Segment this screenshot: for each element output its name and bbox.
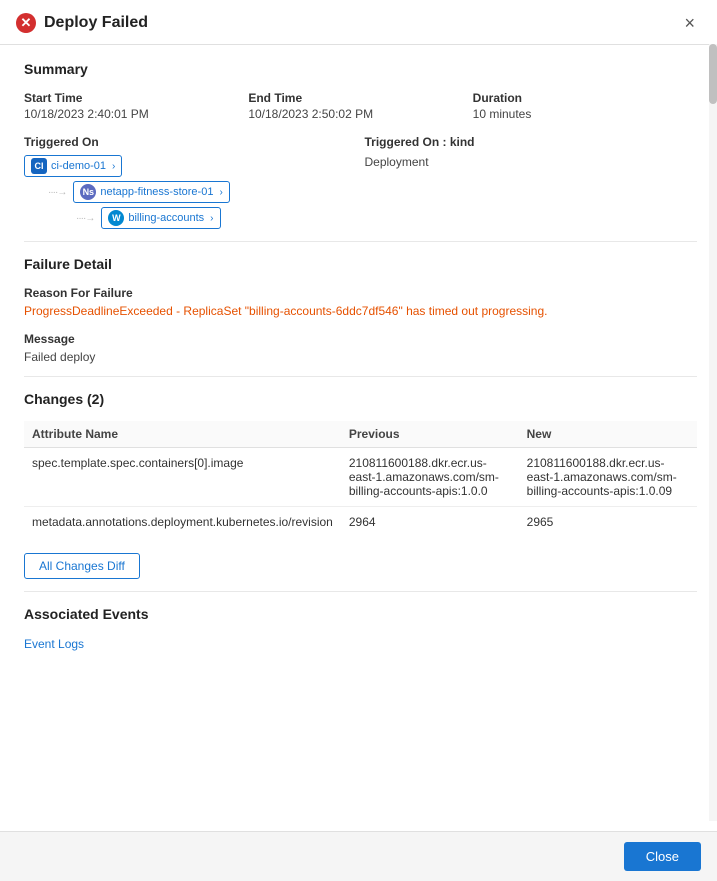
triggered-on-col: Triggered On CI ci-demo-01 › ····→ [24, 135, 357, 229]
end-time-item: End Time 10/18/2023 2:50:02 PM [248, 91, 472, 121]
scrollbar-thumb[interactable] [709, 44, 717, 104]
table-row: spec.template.spec.containers[0].image21… [24, 448, 697, 507]
message-label: Message [24, 332, 697, 346]
deploy-failed-modal: ✕ Deploy Failed × Summary Start Time 10/… [0, 0, 717, 881]
ci-badge-label: ci-demo-01 [51, 160, 106, 172]
modal-body: Summary Start Time 10/18/2023 2:40:01 PM… [0, 45, 717, 831]
w-icon: W [108, 210, 124, 226]
duration-item: Duration 10 minutes [473, 91, 697, 121]
summary-section: Summary Start Time 10/18/2023 2:40:01 PM… [24, 45, 697, 242]
ns-badge[interactable]: Ns netapp-fitness-store-01 › [73, 181, 229, 203]
ci-icon: CI [31, 158, 47, 174]
duration-value: 10 minutes [473, 107, 697, 121]
close-icon-button[interactable]: × [678, 12, 701, 34]
meta-grid: Start Time 10/18/2023 2:40:01 PM End Tim… [24, 91, 697, 121]
w-badge[interactable]: W billing-accounts › [101, 207, 220, 229]
changes-table: Attribute Name Previous New spec.templat… [24, 421, 697, 537]
triggered-on-label: Triggered On [24, 135, 357, 149]
changes-title: Changes (2) [24, 391, 697, 407]
col-attribute-header: Attribute Name [24, 421, 341, 448]
title-row: ✕ Deploy Failed [16, 13, 148, 33]
table-cell-new_val: 210811600188.dkr.ecr.us-east-1.amazonaws… [519, 448, 697, 507]
message-block: Message Failed deploy [24, 332, 697, 364]
triggered-grid: Triggered On CI ci-demo-01 › ····→ [24, 135, 697, 229]
table-cell-attribute: spec.template.spec.containers[0].image [24, 448, 341, 507]
col-previous-header: Previous [341, 421, 519, 448]
table-row: metadata.annotations.deployment.kubernet… [24, 507, 697, 538]
changes-section: Changes (2) Attribute Name Previous New … [24, 377, 697, 592]
failure-section: Failure Detail Reason For Failure Progre… [24, 242, 697, 377]
duration-label: Duration [473, 91, 697, 105]
table-cell-new_val: 2965 [519, 507, 697, 538]
ns-badge-row: ····→ Ns netapp-fitness-store-01 › [24, 181, 357, 203]
modal-footer: Close [0, 831, 717, 881]
table-header-row: Attribute Name Previous New [24, 421, 697, 448]
reason-label: Reason For Failure [24, 286, 697, 300]
ci-badge-row: CI ci-demo-01 › [24, 155, 357, 177]
table-cell-attribute: metadata.annotations.deployment.kubernet… [24, 507, 341, 538]
w-badge-row: ····→ W billing-accounts › [24, 207, 357, 229]
event-logs-link[interactable]: Event Logs [24, 637, 84, 651]
triggered-kind-label: Triggered On : kind [365, 135, 698, 149]
col-new-header: New [519, 421, 697, 448]
summary-title: Summary [24, 61, 697, 77]
connector-w: ····→ [76, 213, 94, 224]
connector-ns: ····→ [48, 187, 66, 198]
triggered-kind-value: Deployment [365, 155, 698, 169]
ci-badge[interactable]: CI ci-demo-01 › [24, 155, 122, 177]
modal-title: Deploy Failed [44, 14, 148, 32]
w-badge-arrow: › [210, 213, 213, 224]
message-text: Failed deploy [24, 350, 697, 364]
all-changes-diff-button[interactable]: All Changes Diff [24, 553, 140, 579]
failure-section-title: Failure Detail [24, 256, 697, 272]
table-cell-previous: 2964 [341, 507, 519, 538]
triggered-kind-col: Triggered On : kind Deployment [365, 135, 698, 229]
associated-title: Associated Events [24, 606, 697, 622]
ns-badge-arrow: › [219, 187, 222, 198]
end-time-label: End Time [248, 91, 472, 105]
error-icon: ✕ [16, 13, 36, 33]
scrollbar-track[interactable] [709, 44, 717, 821]
start-time-label: Start Time [24, 91, 248, 105]
reason-block: Reason For Failure ProgressDeadlineExcee… [24, 286, 697, 318]
ns-badge-label: netapp-fitness-store-01 [100, 186, 213, 198]
associated-section: Associated Events Event Logs [24, 592, 697, 663]
modal-header: ✕ Deploy Failed × [0, 0, 717, 45]
start-time-value: 10/18/2023 2:40:01 PM [24, 107, 248, 121]
reason-text: ProgressDeadlineExceeded - ReplicaSet "b… [24, 304, 697, 318]
footer-close-button[interactable]: Close [624, 842, 701, 871]
ns-icon: Ns [80, 184, 96, 200]
start-time-item: Start Time 10/18/2023 2:40:01 PM [24, 91, 248, 121]
ci-badge-arrow: › [112, 161, 115, 172]
end-time-value: 10/18/2023 2:50:02 PM [248, 107, 472, 121]
badge-chain: CI ci-demo-01 › ····→ Ns netapp-fitness-… [24, 155, 357, 229]
w-badge-label: billing-accounts [128, 212, 204, 224]
table-cell-previous: 210811600188.dkr.ecr.us-east-1.amazonaws… [341, 448, 519, 507]
